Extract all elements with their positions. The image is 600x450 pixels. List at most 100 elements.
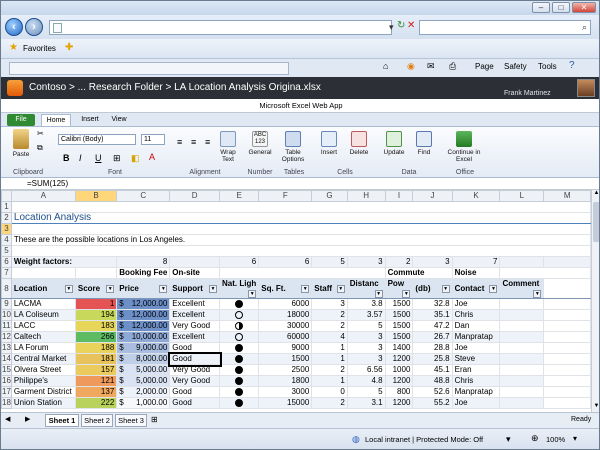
location-cell[interactable]: Central Market — [10, 353, 76, 365]
power-cell[interactable]: 1500 — [384, 320, 414, 332]
support-cell[interactable]: Excellent — [169, 298, 221, 310]
light-cell[interactable] — [219, 320, 260, 332]
group-header-cell[interactable]: Noise — [451, 267, 501, 279]
column-header[interactable]: H — [346, 190, 386, 202]
sqft-cell[interactable]: 9000 — [258, 342, 313, 354]
empty-cell[interactable] — [499, 256, 545, 268]
browser-tab[interactable] — [9, 62, 289, 75]
continue-in-excel-button[interactable]: Continue in Excel — [443, 131, 485, 163]
location-cell[interactable]: Union Station — [10, 397, 76, 409]
tools-menu[interactable]: Tools — [538, 62, 557, 71]
copy-icon[interactable]: ⧉ — [37, 143, 43, 153]
empty-cell[interactable] — [10, 245, 591, 257]
feeds-icon[interactable]: ◉ — [407, 61, 415, 72]
distance-cell[interactable]: 6.56 — [346, 364, 386, 376]
weight-cell[interactable]: 7 — [451, 256, 501, 268]
price-cell[interactable]: $2,000.00 — [116, 386, 171, 398]
location-cell[interactable]: Olvera Street — [10, 364, 76, 376]
paste-button[interactable]: Paste — [7, 129, 35, 158]
comment-cell[interactable] — [499, 331, 545, 343]
row-header[interactable]: 14 — [1, 353, 12, 365]
contact-cell[interactable]: Chris — [451, 375, 501, 387]
row-header[interactable]: 13 — [1, 342, 12, 354]
empty-cell[interactable] — [10, 267, 76, 279]
safety-menu[interactable]: Safety — [504, 62, 527, 71]
db-cell[interactable]: 47.2 — [412, 320, 453, 332]
distance-cell[interactable]: 3 — [346, 342, 386, 354]
tab-insert[interactable]: Insert — [75, 114, 105, 126]
column-header[interactable]: L — [499, 190, 545, 202]
protected-mode-icon[interactable]: ▾ — [506, 434, 511, 445]
close-window-button[interactable]: ✕ — [572, 2, 596, 13]
filter-dropdown-icon[interactable]: ▼ — [106, 284, 115, 293]
empty-cell[interactable] — [543, 256, 591, 268]
staff-cell[interactable]: 2 — [311, 320, 348, 332]
scroll-up-icon[interactable]: ▲ — [592, 190, 599, 199]
empty-cell[interactable] — [543, 331, 591, 343]
comment-cell[interactable] — [499, 342, 545, 354]
column-header[interactable]: B — [74, 190, 118, 202]
row-header[interactable]: 11 — [1, 320, 12, 332]
price-cell[interactable]: $8,000.00 — [116, 353, 171, 365]
group-header-cell[interactable]: Commute — [384, 267, 453, 279]
empty-cell[interactable] — [10, 223, 591, 235]
align-right-icon[interactable]: ≡ — [205, 137, 210, 147]
empty-cell[interactable] — [499, 267, 591, 279]
italic-icon[interactable]: I — [79, 153, 82, 163]
score-cell[interactable]: 121 — [74, 375, 118, 387]
staff-cell[interactable]: 1 — [311, 342, 348, 354]
filter-dropdown-icon[interactable]: ▼ — [374, 290, 383, 298]
new-sheet-icon[interactable]: ⊞ — [151, 415, 158, 424]
empty-cell[interactable] — [543, 320, 591, 332]
score-cell[interactable]: 266 — [74, 331, 118, 343]
contact-cell[interactable]: Dan — [451, 320, 501, 332]
sheet-tab-1[interactable]: Sheet 1 — [45, 414, 79, 427]
weight-cell[interactable]: 6 — [219, 256, 260, 268]
sqft-cell[interactable]: 18000 — [258, 309, 313, 321]
table-options-button[interactable]: Table Options — [279, 131, 307, 163]
comment-cell[interactable] — [499, 353, 545, 365]
row-header[interactable]: 7 — [1, 267, 12, 279]
comment-cell[interactable] — [499, 309, 545, 321]
location-cell[interactable]: Garment District — [10, 386, 76, 398]
power-cell[interactable]: 1400 — [384, 342, 414, 354]
select-all-corner[interactable] — [1, 190, 12, 202]
row-header[interactable]: 4 — [1, 234, 12, 246]
weight-cell[interactable]: 3 — [412, 256, 453, 268]
font-color-icon[interactable]: A — [149, 152, 155, 162]
wrap-text-button[interactable]: Wrap Text — [217, 131, 239, 163]
group-header-cell[interactable]: On-site — [169, 267, 221, 279]
contact-cell[interactable]: Manpratap — [451, 331, 501, 343]
score-cell[interactable]: 181 — [74, 353, 118, 365]
db-cell[interactable]: 25.8 — [412, 353, 453, 365]
empty-cell[interactable] — [543, 364, 591, 376]
sqft-cell[interactable]: 6000 — [258, 298, 313, 310]
db-cell[interactable]: 45.1 — [412, 364, 453, 376]
staff-cell[interactable]: 1 — [311, 353, 348, 365]
first-sheet-icon[interactable]: ◀ — [5, 415, 10, 423]
empty-cell[interactable] — [543, 353, 591, 365]
zoom-level[interactable]: 100% — [546, 435, 565, 444]
maximize-button[interactable]: □ — [552, 2, 570, 13]
update-button[interactable]: Update — [381, 131, 407, 156]
db-cell[interactable]: 32.8 — [412, 298, 453, 310]
contact-cell[interactable]: Eran — [451, 364, 501, 376]
distance-cell[interactable]: 3.8 — [346, 298, 386, 310]
support-cell[interactable]: Very Good — [169, 375, 221, 387]
zoom-icon[interactable]: ⊕ — [531, 433, 539, 444]
distance-cell[interactable]: 5 — [346, 386, 386, 398]
description-cell[interactable]: These are the possible locations in Los … — [10, 234, 591, 246]
next-sheet-icon[interactable]: ▶ — [25, 415, 30, 423]
support-cell[interactable]: Good — [169, 386, 221, 398]
table-header-contact[interactable]: Contact ▼ — [451, 278, 501, 299]
empty-cell[interactable] — [543, 386, 591, 398]
sqft-cell[interactable]: 2500 — [258, 364, 313, 376]
power-cell[interactable]: 1200 — [384, 397, 414, 409]
dropdown-icon[interactable]: ▾ — [389, 22, 394, 33]
user-name[interactable]: Frank Martinez — [504, 90, 551, 97]
vertical-scrollbar[interactable]: ▲ ▼ — [591, 190, 599, 412]
row-header[interactable]: 17 — [1, 386, 12, 398]
fill-color-icon[interactable]: ◧ — [131, 153, 140, 164]
empty-cell[interactable] — [74, 267, 118, 279]
sheet-title-cell[interactable]: Location Analysis — [10, 212, 591, 224]
